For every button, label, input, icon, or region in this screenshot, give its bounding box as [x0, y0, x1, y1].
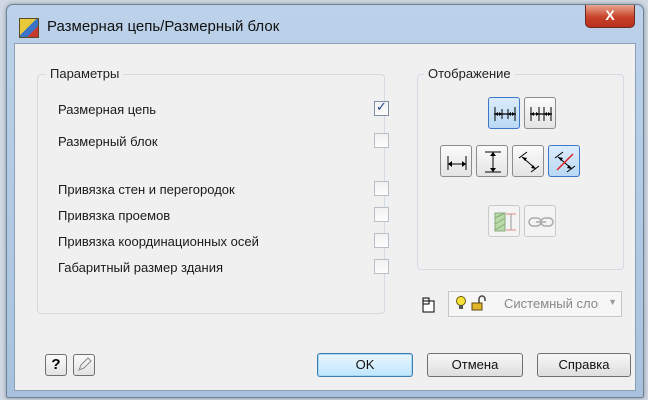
lightbulb-icon: [455, 295, 467, 316]
display-group: Отображение: [417, 66, 624, 270]
unlock-icon: [471, 295, 487, 316]
rotated-dim-button[interactable]: [548, 145, 580, 177]
vertical-dim-button[interactable]: [476, 145, 508, 177]
title-bar[interactable]: Размерная цепь/Размерный блок X: [7, 5, 643, 45]
dialog-window: Размерная цепь/Размерный блок X Параметр…: [6, 4, 644, 398]
ok-button[interactable]: OK: [317, 353, 413, 377]
close-button[interactable]: X: [585, 5, 635, 28]
layer-value: Системный слой: [504, 296, 599, 311]
layer-select[interactable]: Системный слой ▼: [448, 291, 622, 317]
checkbox-openings[interactable]: [374, 207, 389, 222]
dim-layer-props-button[interactable]: [488, 205, 520, 237]
cancel-button[interactable]: Отмена: [427, 353, 523, 377]
aligned-dim-button[interactable]: [512, 145, 544, 177]
link-chain-icon: [528, 217, 554, 227]
param-label-block: Размерный блок: [58, 134, 158, 149]
checkbox-block[interactable]: [374, 133, 389, 148]
param-label-openings: Привязка проемов: [58, 208, 171, 223]
link-chain-button[interactable]: [524, 205, 556, 237]
params-group: Параметры Размерная цепь Размерный блок …: [37, 66, 389, 314]
display-caption: Отображение: [424, 66, 515, 81]
params-caption: Параметры: [46, 66, 124, 81]
checkbox-chain[interactable]: [374, 99, 389, 116]
horizontal-dim-button[interactable]: [440, 145, 472, 177]
chain-dims-icon: [494, 107, 516, 121]
layer-frame-icon: [422, 297, 436, 318]
chain-dims-alt-icon: [530, 107, 552, 121]
checkbox-axes[interactable]: [374, 233, 389, 248]
aligned-dim-icon: [518, 151, 540, 173]
window-title: Размерная цепь/Размерный блок: [47, 18, 280, 35]
rotated-dim-icon: [554, 151, 576, 173]
chevron-down-icon[interactable]: ▼: [608, 297, 617, 307]
chain-dims-button[interactable]: [488, 97, 520, 129]
param-label-axes: Привязка координационных осей: [58, 234, 259, 249]
param-label-chain: Размерная цепь: [58, 102, 157, 117]
checkbox-overall[interactable]: [374, 259, 389, 274]
help-icon-button[interactable]: ?: [45, 354, 67, 376]
vertical-dim-icon: [485, 151, 501, 173]
dim-layer-props-icon: [494, 212, 516, 232]
chain-dims-alt-button[interactable]: [524, 97, 556, 129]
checkbox-walls[interactable]: [374, 181, 389, 196]
param-label-overall: Габаритный размер здания: [58, 260, 224, 275]
param-label-walls: Привязка стен и перегородок: [58, 182, 235, 197]
edit-button[interactable]: [73, 354, 95, 376]
help-button[interactable]: Справка: [537, 353, 631, 377]
pencil-icon: [78, 357, 92, 371]
horizontal-dim-icon: [447, 156, 467, 170]
dialog-body: Параметры Размерная цепь Размерный блок …: [14, 43, 636, 391]
app-logo-icon: [19, 18, 39, 38]
